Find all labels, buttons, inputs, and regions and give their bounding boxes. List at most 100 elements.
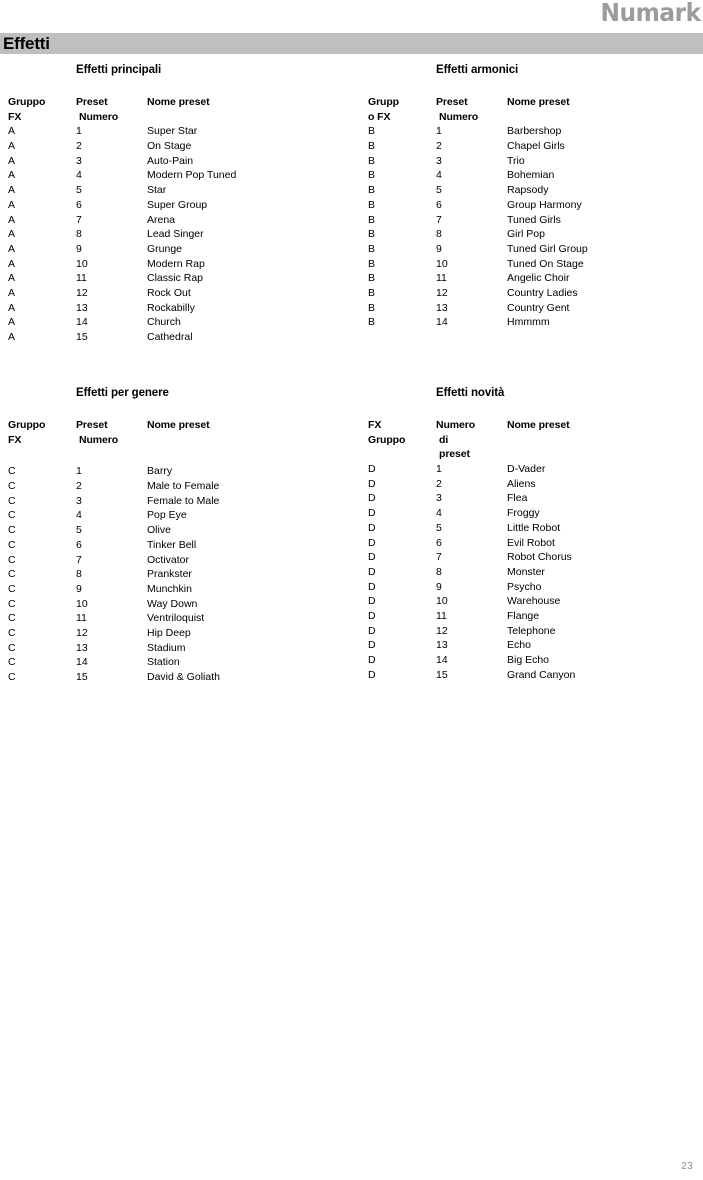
- cell-group: C: [8, 480, 16, 493]
- cell-group: A: [8, 257, 16, 270]
- cell-preset-number: 15: [76, 331, 88, 343]
- cell-group: B: [368, 272, 376, 285]
- table-row: B 2 Chapel Girls: [368, 139, 703, 154]
- cell-preset-number: 3: [436, 492, 442, 505]
- cell-preset-name: Octivator: [147, 553, 190, 566]
- table-row: A 8 Lead Singer: [8, 227, 360, 242]
- cell-group: A: [8, 228, 16, 241]
- cell-group: D: [368, 521, 376, 534]
- cell-preset-number: 10: [436, 595, 448, 608]
- cell-preset-name: Cathedral: [147, 331, 193, 343]
- preset-table: Gruppo Preset Nome preset FX Numero A 1 Super S…: [8, 95, 360, 345]
- cell-preset-name: Female to Male: [147, 494, 220, 507]
- cell-preset-name: Star: [147, 184, 167, 197]
- table-row: B 12 Country Ladies: [368, 286, 703, 301]
- cell-group: D: [368, 609, 376, 622]
- column-header-number: Preset: [76, 96, 108, 108]
- table-row: B 5 Rapsody: [368, 183, 703, 198]
- table-row: C 8 Prankster: [8, 567, 360, 582]
- cell-group: A: [8, 198, 16, 211]
- table-row: D 9 Psycho: [368, 580, 703, 595]
- table-row: D 7 Robot Chorus: [368, 550, 703, 565]
- table-header: Grupp Preset Nome preset o FX Numero: [368, 95, 703, 124]
- cell-preset-number: 5: [76, 524, 82, 537]
- cell-group: A: [8, 286, 16, 299]
- cell-preset-name: Auto-Pain: [147, 154, 194, 167]
- cell-preset-number: 8: [76, 228, 82, 241]
- cell-preset-name: Evil Robot: [507, 536, 555, 549]
- table-row: C 1 Barry: [8, 464, 360, 479]
- cell-preset-number: 12: [76, 626, 88, 639]
- cell-preset-number: 11: [436, 609, 447, 622]
- cell-group: B: [368, 316, 376, 329]
- column-header-group-cont: FX: [8, 433, 22, 446]
- cell-preset-name: Olive: [147, 524, 171, 537]
- table-row: C 12 Hip Deep: [8, 626, 360, 641]
- cell-preset-name: Flange: [507, 609, 540, 622]
- cell-group: D: [368, 463, 376, 476]
- cell-preset-number: 14: [436, 654, 448, 666]
- table-row: D 12 Telephone: [368, 624, 703, 639]
- table-row: D 15 Grand Canyon: [368, 668, 703, 683]
- cell-group: C: [8, 582, 16, 595]
- cell-preset-name: Warehouse: [507, 595, 561, 608]
- table-row: C 3 Female to Male: [8, 494, 360, 509]
- cell-preset-number: 9: [76, 582, 82, 595]
- cell-preset-number: 1: [76, 465, 82, 478]
- table-row: C 14 Station: [8, 655, 360, 670]
- table-row: C 6 Tinker Bell: [8, 538, 360, 553]
- table-header: FX Numero Nome preset Gruppo di preset: [368, 418, 703, 462]
- cell-preset-number: 10: [76, 257, 88, 270]
- cell-preset-number: 4: [436, 507, 442, 520]
- cell-group: D: [368, 580, 376, 593]
- cell-group: A: [8, 213, 16, 226]
- table-row: C 15 David & Goliath: [8, 670, 360, 685]
- cell-preset-name: Barbershop: [507, 125, 562, 138]
- cell-preset-name: Rockabilly: [147, 301, 195, 314]
- cell-preset-number: 10: [76, 597, 88, 610]
- cell-preset-name: Little Robot: [507, 521, 561, 534]
- column-header-group-cont: Gruppo: [368, 433, 406, 446]
- cell-group: A: [8, 154, 16, 167]
- cell-preset-name: Group Harmony: [507, 198, 582, 211]
- column-header-name: Nome preset: [147, 96, 210, 108]
- cell-group: B: [368, 286, 376, 299]
- cell-group: A: [8, 331, 16, 343]
- cell-group: D: [368, 492, 376, 505]
- cell-preset-name: Trio: [507, 154, 525, 167]
- table-row: C 5 Olive: [8, 523, 360, 538]
- cell-preset-name: On Stage: [147, 140, 192, 153]
- cell-preset-number: 2: [76, 480, 82, 493]
- table-row: B 10 Tuned On Stage: [368, 257, 703, 272]
- cell-group: D: [368, 624, 376, 637]
- cell-preset-number: 9: [436, 242, 442, 255]
- table-header: Gruppo Preset Nome preset FX Numero: [8, 95, 360, 124]
- table-row: C 13 Stadium: [8, 641, 360, 656]
- table-row: A 12 Rock Out: [8, 286, 360, 301]
- table-row: A 5 Star: [8, 183, 360, 198]
- cell-group: C: [8, 538, 16, 551]
- cell-preset-name: Telephone: [507, 624, 556, 637]
- column-header-number-cont: di: [439, 433, 449, 446]
- cell-preset-number: 6: [436, 536, 442, 549]
- cell-group: B: [368, 184, 376, 197]
- chapter-title: Effetti: [3, 34, 50, 53]
- table-header-row-2: FX Numero: [8, 110, 360, 125]
- table-body: B 1 Barbershop B 2 Chapel Girls B 3 Trio B 4 Bohemi…: [368, 124, 703, 330]
- table-row: C 9 Munchkin: [8, 582, 360, 597]
- column-header-name: Nome preset: [507, 419, 570, 431]
- table-row: B 3 Trio: [368, 154, 703, 169]
- table-row: A 6 Super Group: [8, 198, 360, 213]
- column-header-number-cont: Numero: [439, 110, 479, 123]
- table-header-row-2: o FX Numero: [368, 110, 703, 125]
- table-row: D 3 Flea: [368, 491, 703, 506]
- cell-preset-name: Psycho: [507, 580, 542, 593]
- cell-preset-number: 1: [76, 125, 82, 138]
- table-row: A 4 Modern Pop Tuned: [8, 168, 360, 183]
- table-row: B 13 Country Gent: [368, 301, 703, 316]
- cell-preset-number: 2: [436, 140, 442, 153]
- cell-preset-name: Tuned On Stage: [507, 257, 584, 270]
- cell-group: B: [368, 198, 376, 211]
- column-header-number: Preset: [436, 96, 468, 108]
- cell-preset-number: 11: [436, 272, 447, 285]
